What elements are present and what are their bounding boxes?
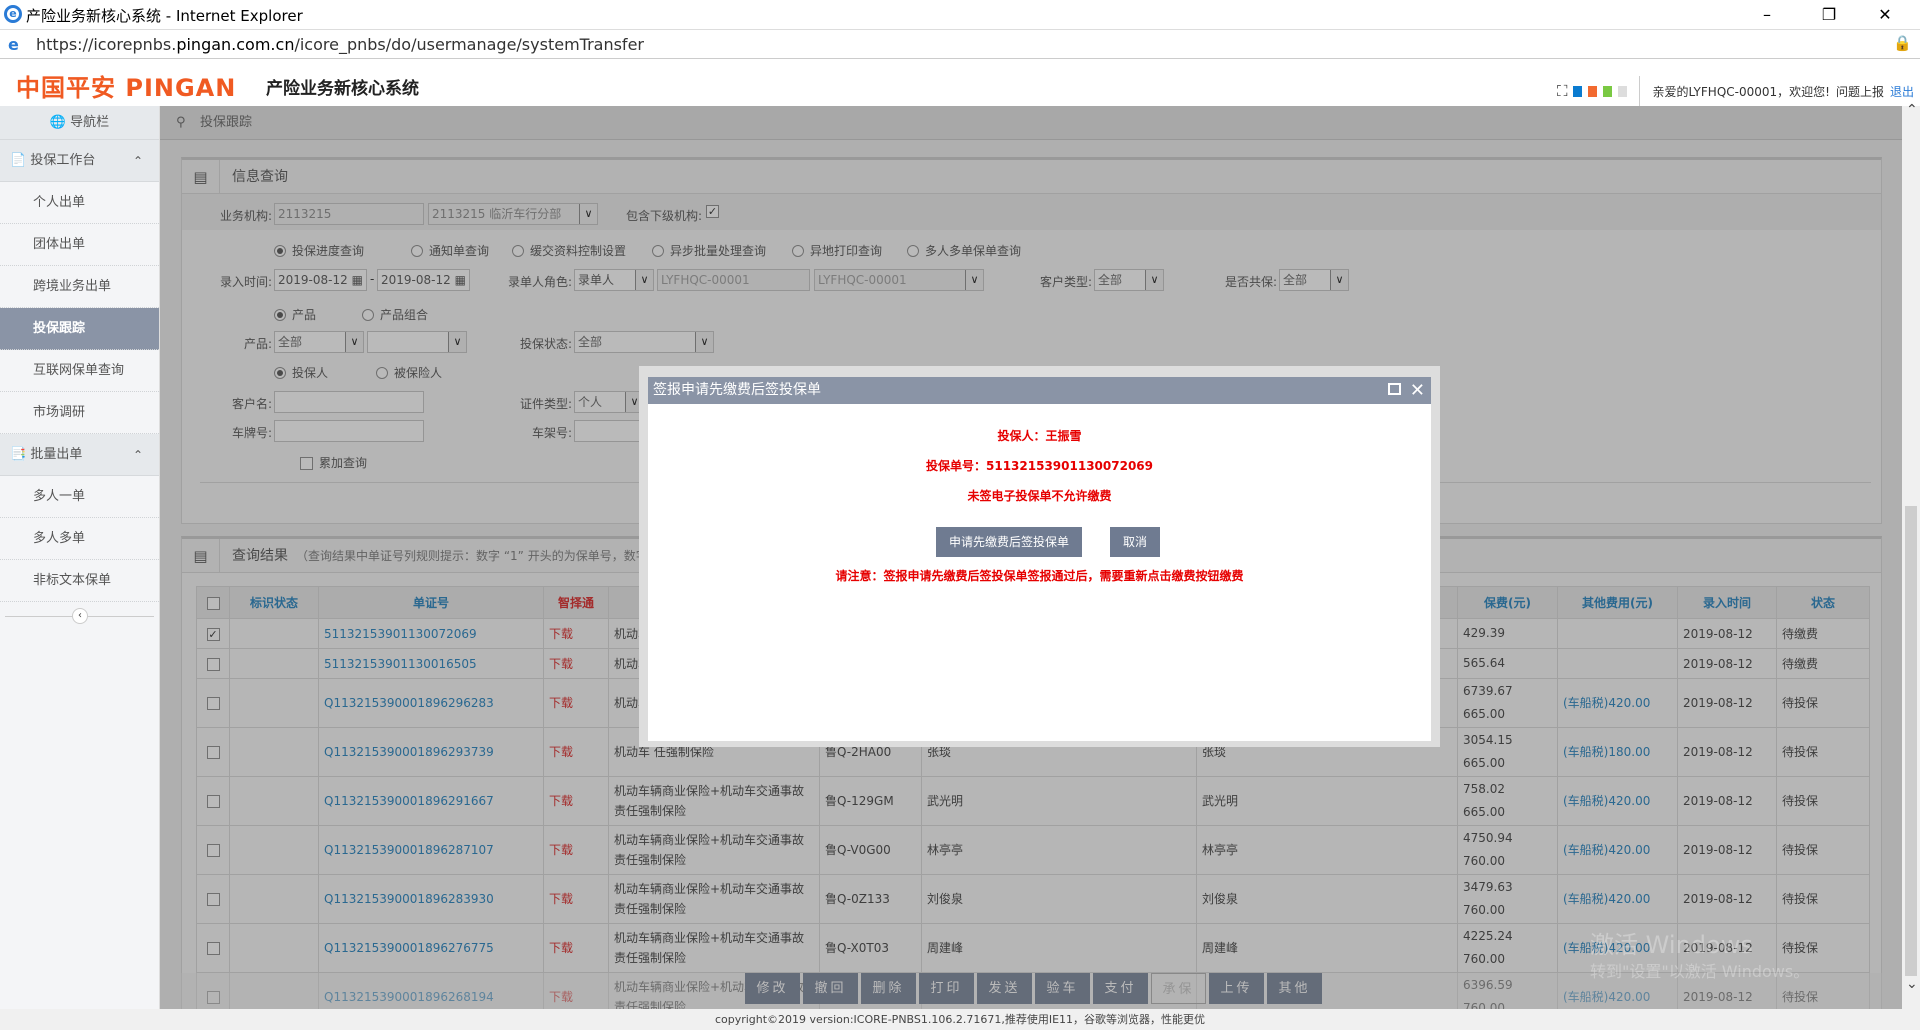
dialog-title: 签报申请先缴费后签投保单 — [653, 382, 821, 398]
chevron-left-icon[interactable]: ‹ — [72, 608, 88, 624]
apply-prepay-button[interactable]: 申请先缴费后签投保单 — [936, 527, 1082, 557]
sidebar-collapse[interactable]: ‹ — [0, 602, 159, 630]
restore-button[interactable]: ❐ — [1806, 2, 1852, 28]
sidebar-header: 🌐 导航栏 — [0, 106, 159, 140]
fullscreen-icon[interactable]: ⛶ — [1557, 82, 1568, 100]
theme-gray-swatch[interactable] — [1618, 85, 1628, 97]
url-domain: pingan.com.cn — [176, 35, 295, 54]
windows-watermark-sub: 转到"设置"以激活 Windows。 — [1590, 962, 1810, 981]
divider — [1639, 76, 1641, 106]
sign-request-dialog: 签报申请先缴费后签投保单 ✕ 投保人：王振雪 投保单号：511321539011… — [639, 366, 1440, 747]
theme-orange-swatch[interactable] — [1588, 85, 1598, 97]
url-path: /icore_pnbs/do/usermanage/systemTransfer — [294, 35, 644, 54]
dialog-title-bar[interactable]: 签报申请先缴费后签投保单 ✕ — [648, 377, 1431, 404]
ie-page-icon: e — [8, 35, 19, 54]
url-host: https://icorepnbs. — [36, 35, 177, 54]
sidebar-item-tracking[interactable]: 投保跟踪 — [0, 308, 159, 350]
footer: copyright©2019 version:ICORE-PNBS1.106.2… — [0, 1009, 1920, 1030]
group-label: 批量出单 — [30, 447, 83, 462]
group-label: 投保工作台 — [30, 153, 96, 168]
app-header: 中国平安 PINGAN 产险业务新核心系统 ⛶ 亲爱的LYFHQC-00001，… — [0, 59, 1920, 106]
window-title-bar: e 产险业务新核心系统 - Internet Explorer – ❐ ✕ — [0, 0, 1920, 29]
lock-icon: 🔒 — [1893, 34, 1912, 52]
scroll-down-icon[interactable]: ⌄ — [1906, 976, 1918, 992]
batch-icon: 📑 — [10, 447, 27, 462]
sidebar-group-workbench[interactable]: 📄 投保工作台 ⌃ — [0, 140, 159, 182]
dialog-note: 请注意：签报申请先缴费后签投保单签报通过后，需要重新点击缴费按钮缴费 — [835, 569, 1244, 583]
windows-watermark: 激活 Windows — [1590, 931, 1753, 959]
sidebar-title: 导航栏 — [70, 115, 110, 130]
sidebar-item-multi-one[interactable]: 多人一单 — [0, 476, 159, 518]
address-bar[interactable]: e https://icorepnbs.pingan.com.cn/icore_… — [0, 29, 1920, 59]
dialog-applicant: 投保人：王振雪 — [997, 429, 1082, 443]
sidebar: 🌐 导航栏 📄 投保工作台 ⌃ 个人出单 团体出单 跨境业务出单 投保跟踪 互联网… — [0, 106, 160, 1009]
sidebar-item-market-research[interactable]: 市场调研 — [0, 392, 159, 434]
system-name: 产险业务新核心系统 — [266, 79, 419, 99]
chevron-up-icon: ⌃ — [132, 448, 143, 462]
logout-link[interactable]: 退出 — [1890, 83, 1914, 100]
vertical-scrollbar[interactable]: ⌃ ⌄ — [1902, 102, 1920, 1009]
scroll-up-icon[interactable]: ⌃ — [1906, 102, 1918, 118]
sidebar-item-multi-multi[interactable]: 多人多单 — [0, 518, 159, 560]
welcome-text: 亲爱的LYFHQC-00001，欢迎您! — [1652, 84, 1830, 99]
ie-icon: e — [4, 5, 22, 23]
dialog-proposal-no: 投保单号：51132153901130072069 — [926, 459, 1153, 473]
theme-green-swatch[interactable] — [1603, 85, 1613, 97]
sidebar-group-batch[interactable]: 📑 批量出单 ⌃ — [0, 434, 159, 476]
close-icon[interactable]: ✕ — [1410, 377, 1425, 404]
document-icon: 📄 — [10, 153, 27, 168]
dialog-warning: 未签电子投保单不允许缴费 — [967, 489, 1112, 503]
maximize-icon[interactable] — [1388, 383, 1401, 395]
report-link[interactable]: 问题上报 — [1836, 83, 1884, 100]
globe-icon: 🌐 — [49, 115, 67, 130]
sidebar-item-internet-query[interactable]: 互联网保单查询 — [0, 350, 159, 392]
sidebar-item-crossborder[interactable]: 跨境业务出单 — [0, 266, 159, 308]
cancel-button[interactable]: 取消 — [1110, 527, 1160, 557]
minimize-button[interactable]: – — [1744, 2, 1790, 28]
sidebar-item-personal[interactable]: 个人出单 — [0, 182, 159, 224]
dialog-body: 投保人：王振雪 投保单号：51132153901130072069 未签电子投保… — [648, 404, 1431, 741]
close-window-button[interactable]: ✕ — [1862, 2, 1908, 28]
scroll-thumb[interactable] — [1905, 506, 1917, 976]
chevron-up-icon: ⌃ — [132, 154, 143, 168]
sidebar-item-nonstandard[interactable]: 非标文本保单 — [0, 560, 159, 602]
theme-blue-swatch[interactable] — [1573, 85, 1583, 97]
pingan-logo: 中国平安 PINGAN — [16, 74, 237, 102]
window-title: 产险业务新核心系统 - Internet Explorer — [26, 7, 303, 25]
sidebar-item-group[interactable]: 团体出单 — [0, 224, 159, 266]
